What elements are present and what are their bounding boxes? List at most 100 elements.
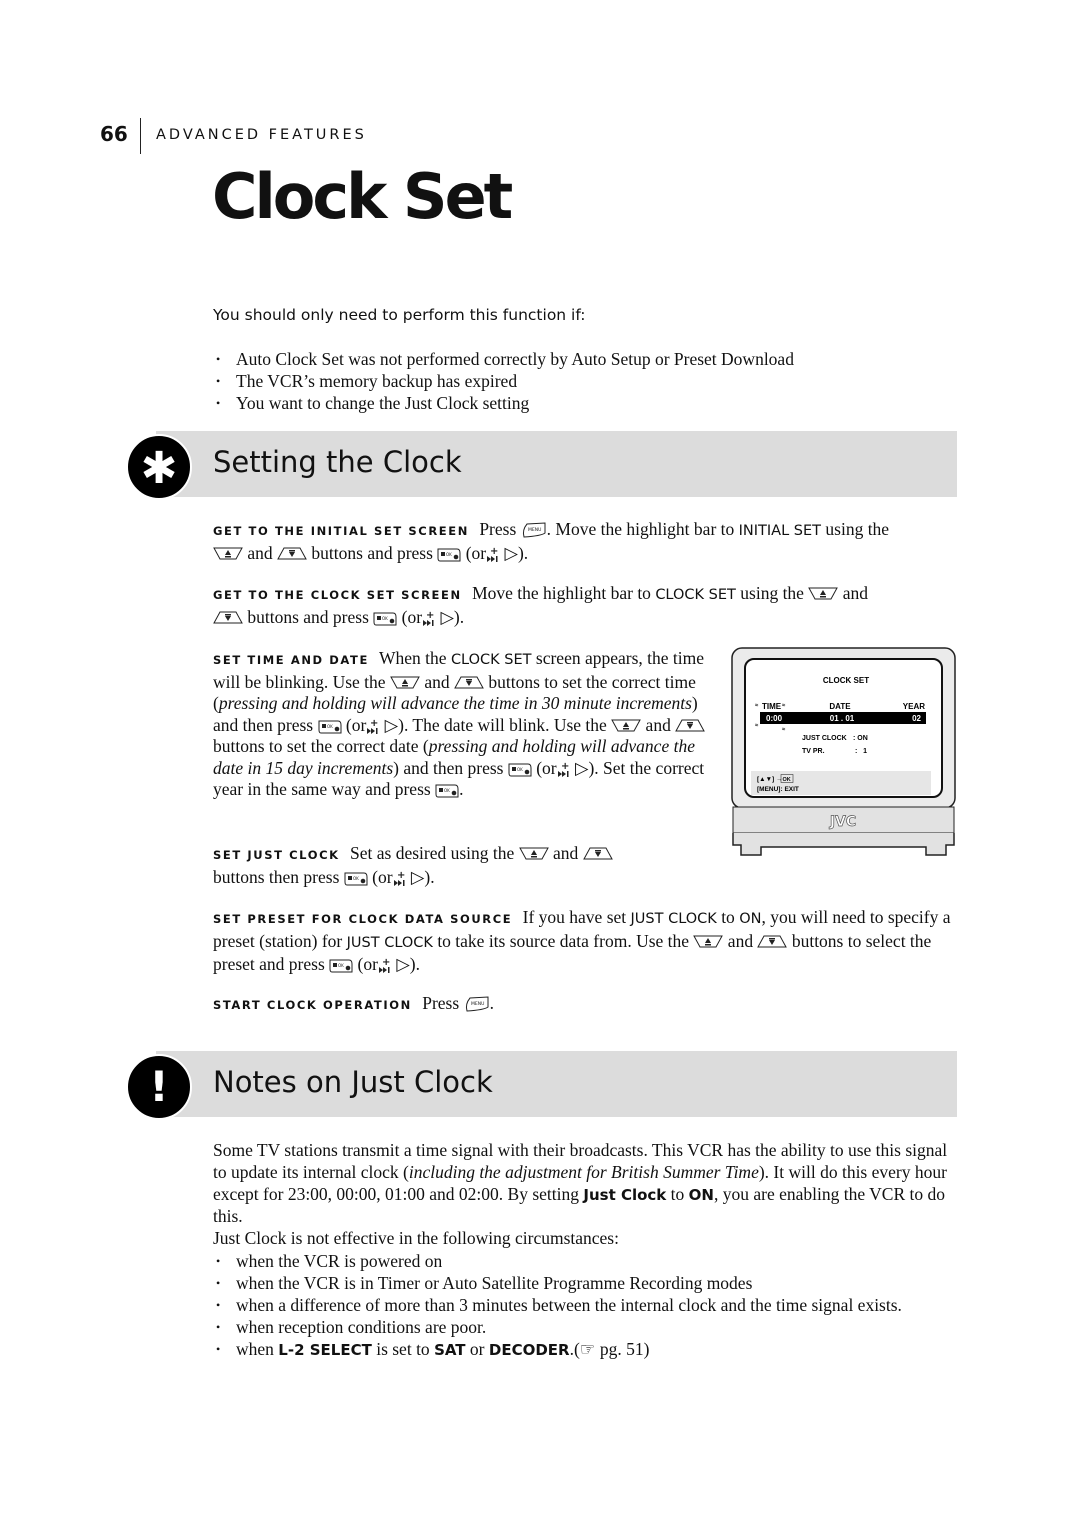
hint-ok: OK (783, 777, 791, 783)
step-text: ). (409, 954, 420, 974)
step-text: to (721, 907, 735, 927)
section-title: Notes on Just Clock (213, 1065, 493, 1099)
step-text: and (645, 714, 671, 735)
notes-intro: Just Clock is not effective in the follo… (213, 1228, 619, 1249)
step-text: (or (357, 954, 378, 974)
up-arrow-button-icon (611, 719, 641, 732)
step-start-clock: START CLOCK OPERATION Press . (213, 993, 958, 1017)
keyword: ON (688, 1185, 714, 1204)
step-text: (or (345, 714, 367, 735)
up-arrow-button-icon (808, 587, 838, 600)
ok-button-icon (344, 872, 368, 886)
italic-note: including the adjustment for British Sum… (408, 1161, 759, 1182)
ok-button-icon (329, 959, 353, 973)
section-name: ADVANCED FEATURES (156, 127, 367, 143)
menu-button-icon (521, 522, 547, 538)
step-text: and (247, 542, 273, 563)
page-title: Clock Set (212, 160, 513, 233)
ok-button-icon (435, 784, 459, 798)
hint-exit: [MENU]: EXIT (757, 786, 799, 793)
step-label: SET TIME AND DATE (213, 653, 369, 667)
step-text: and (553, 843, 579, 863)
keyword: DECODER (488, 1340, 570, 1359)
fast-forward-button-icon (393, 870, 407, 886)
asterisk-icon: ✱ (126, 434, 192, 500)
step-text: (or (372, 866, 393, 887)
ok-button-icon (508, 763, 532, 777)
step-text: using the (825, 519, 890, 539)
step-text: ). The date will blink. Use the (398, 714, 607, 735)
step-label: START CLOCK OPERATION (213, 998, 412, 1012)
step-text: (or (465, 542, 487, 563)
step-text: . Move the highlight bar to (546, 519, 735, 539)
tv-pr-label: TV PR. (802, 748, 825, 755)
right-arrow-icon: ▷ (396, 954, 410, 974)
hint-nav: [▲▼] → (757, 776, 783, 783)
keyword: SAT (434, 1340, 466, 1359)
up-arrow-button-icon (213, 547, 243, 560)
step-set-just-clock: SET JUST CLOCK Set as desired using the … (213, 843, 693, 888)
keyword: Just Clock (583, 1185, 667, 1204)
fast-forward-button-icon (557, 761, 571, 777)
keyword: INITIAL SET (738, 523, 822, 539)
exclamation-icon: ! (126, 1054, 192, 1120)
intro-list: Auto Clock Set was not performed correct… (213, 348, 794, 414)
step-text: ). (517, 542, 529, 563)
keyword: JUST CLOCK (346, 934, 433, 951)
step-text: buttons then press (213, 866, 340, 887)
step-initial-set: GET TO THE INITIAL SET SCREEN Press . Mo… (213, 519, 958, 564)
step-text: When the (379, 648, 447, 668)
step-text: and (727, 930, 754, 951)
date-value: 01 . 01 (830, 714, 855, 723)
step-text: Set as desired using the (350, 843, 515, 863)
right-arrow-icon: ▷ (384, 714, 399, 735)
page-reference-link[interactable]: .(☞ pg. 51) (570, 1339, 650, 1359)
down-arrow-button-icon (454, 676, 484, 689)
step-text: . (459, 779, 464, 799)
down-arrow-button-icon (213, 611, 243, 624)
down-arrow-button-icon (583, 847, 613, 860)
body-text: to (670, 1183, 685, 1204)
tv-stand (732, 833, 955, 856)
down-arrow-button-icon (277, 547, 307, 560)
step-label: GET TO THE INITIAL SET SCREEN (213, 524, 469, 538)
page-number: 66 (100, 122, 128, 146)
body-text: or (469, 1338, 485, 1359)
step-text: ). (453, 606, 465, 627)
keyword: CLOCK SET (450, 652, 532, 668)
intro-heading: You should only need to perform this fun… (213, 306, 586, 324)
down-arrow-button-icon (757, 935, 787, 948)
right-arrow-icon: ▷ (504, 542, 518, 563)
notes-list: when the VCR is powered on when the VCR … (213, 1250, 963, 1361)
step-text: using the (740, 583, 804, 603)
step-text: ) and then press (393, 757, 504, 778)
up-arrow-button-icon (519, 847, 549, 860)
list-item: when reception conditions are poor. (213, 1316, 963, 1338)
ok-button-icon (318, 720, 342, 734)
keyword: CLOCK SET (655, 587, 736, 603)
time-value: 0:00 (766, 714, 783, 723)
right-arrow-icon: ▷ (440, 606, 454, 627)
menu-button-icon (464, 996, 490, 1012)
notes-paragraph: Some TV stations transmit a time signal … (213, 1140, 963, 1228)
list-item: The VCR’s memory backup has expired (213, 370, 794, 392)
step-text: Press (479, 519, 517, 539)
section-title: Setting the Clock (213, 445, 462, 479)
body-text: is set to (376, 1338, 430, 1359)
list-item: You want to change the Just Clock settin… (213, 392, 794, 414)
fast-forward-button-icon (378, 957, 392, 973)
screen-title: CLOCK SET (823, 676, 869, 685)
down-arrow-button-icon (675, 719, 705, 732)
step-text: (or (536, 757, 557, 778)
section-banner-setting-clock: ✱ Setting the Clock (126, 431, 957, 500)
step-text: buttons and press (311, 542, 433, 563)
notes-body: Some TV stations transmit a time signal … (213, 1140, 963, 1361)
step-text: . (489, 993, 494, 1013)
step-text: buttons to set the correct date ( (213, 736, 429, 756)
step-set-time-date: SET TIME AND DATE When the CLOCK SET scr… (213, 648, 713, 801)
ok-button-icon (437, 548, 461, 562)
step-label: SET JUST CLOCK (213, 848, 340, 862)
tv-pr-value: : 1 (855, 748, 867, 755)
italic-note: pressing and holding will advance the ti… (218, 693, 692, 713)
tv-clock-set-screen: JVC CLOCK SET TIME DATE YEAR ≈ ≈ ≈ ≈ 0:0… (731, 647, 956, 856)
